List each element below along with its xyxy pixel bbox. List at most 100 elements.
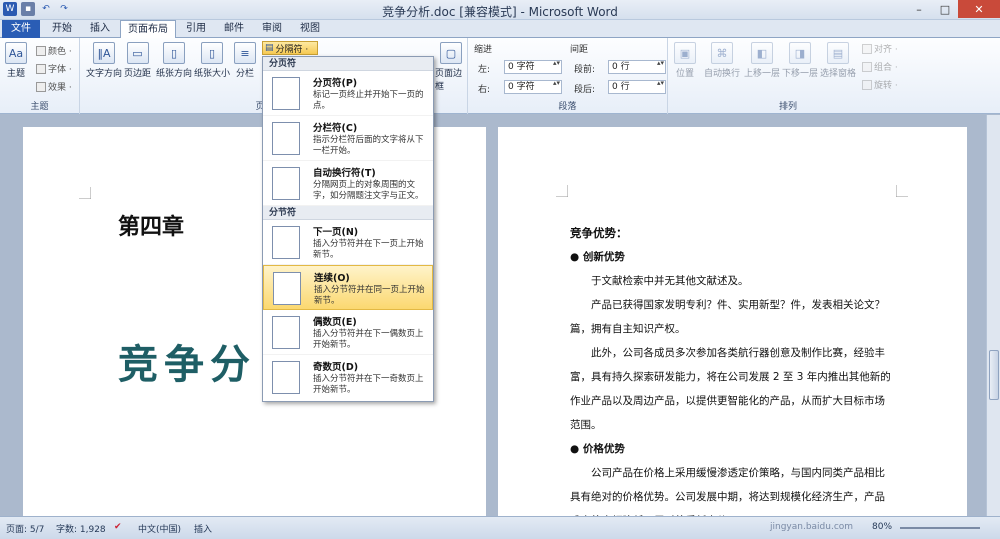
menu-item-next-page[interactable]: 下一页(N) 插入分节符并在下一页上开始新节。 [263,220,433,265]
tab-mailings[interactable]: 邮件 [216,20,252,38]
theme-button[interactable]: Aa 主题 [5,42,27,79]
spacing-before-input[interactable]: 0 行 [608,60,666,74]
tab-review[interactable]: 审阅 [254,20,290,38]
selection-pane-icon: ▤ [827,42,849,64]
page-border-icon: ▢ [440,42,462,64]
document-workspace[interactable]: 第四章 竞争分 竞争优势： ● 创新优势 于文献检索中并无其他文献述及。 产品已… [0,115,986,517]
odd-page-icon [272,361,300,394]
wrap-text-button[interactable]: ⌘ 自动换行 [704,42,740,79]
rotate-label: 旋转 · [874,81,898,91]
text-direction-button[interactable]: ‖A 文字方向 [86,42,122,79]
next-page-icon [272,226,300,259]
doc-paragraph: 于文献检索中并无其他文献述及。 [591,275,749,287]
group-icon [862,61,872,72]
menu-item-title: 分栏符(C) [313,123,358,134]
bullet-innovation-text: 创新优势 [582,251,625,263]
spacing-after-input[interactable]: 0 行 [608,80,666,94]
margins-button[interactable]: ▭ 页边距 [124,42,151,79]
wrap-text-label: 自动换行 [704,69,741,79]
margins-icon: ▭ [126,42,149,64]
menu-item-desc: 插入分节符并在下一偶数页上开始新节。 [313,329,424,350]
margins-label: 页边距 [124,69,152,79]
arrange-group: ▣ 位置 ⌘ 自动换行 ◧ 上移一层 ◨ 下移一层 ▤ 选择窗格 对齐 · 组合 · 旋转… [668,38,908,114]
columns-button[interactable]: ≡ 分栏 [234,42,256,79]
menu-item-title: 连续(O) [314,273,350,284]
doc-paragraph: 富，具有持久探索研发能力，将在公司发展 2 至 3 年内推出其他新的 [570,371,891,383]
watermark-text: jingyan.baidu.com [770,522,854,532]
indent-left-input[interactable]: 0 字符 [504,60,562,74]
spacing-label: 间距 [570,45,589,55]
page-border-button[interactable]: ▢ 页面边框 [435,42,467,92]
text-wrapping-break-icon [272,167,300,200]
indent-right-input[interactable]: 0 字符 [504,80,562,94]
group-button[interactable]: 组合 · [862,60,898,73]
menu-item-continuous[interactable]: 连续(O) 插入分节符并在同一页上开始新节。 [263,265,433,310]
selection-pane-button[interactable]: ▤ 选择窗格 [820,42,856,79]
tab-view[interactable]: 视图 [292,20,328,38]
close-button[interactable]: ✕ [958,0,1000,18]
size-button[interactable]: ▯ 纸张大小 [194,42,230,79]
insert-mode[interactable]: 插入 [194,522,212,535]
tab-insert[interactable]: 插入 [82,20,118,38]
menu-item-odd-page[interactable]: 奇数页(D) 插入分节符并在下一奇数页上开始新节。 [263,355,433,400]
doc-paragraph: 产品已获得国家发明专利？件、实用新型？件，发表相关论文？ [591,299,885,311]
big-title: 竞争分 [118,341,256,388]
breaks-icon: ▤ [265,43,274,53]
document-page-2[interactable]: 竞争优势： ● 创新优势 于文献检索中并无其他文献述及。 产品已获得国家发明专利… [498,127,967,517]
rotate-button[interactable]: 旋转 · [862,78,898,91]
scrollbar-thumb[interactable] [989,350,999,400]
menu-item-even-page[interactable]: 偶数页(E) 插入分节符并在下一偶数页上开始新节。 [263,310,433,355]
minimize-button[interactable]: – [906,0,932,18]
position-button[interactable]: ▣ 位置 [674,42,696,79]
doc-paragraph: 此外，公司各成员多次参加各类航行器创意及制作比赛，经验丰 [591,347,885,359]
theme-label: 主题 [6,69,25,79]
doc-paragraph: 公司产品在价格上采用缓慢渗透定价策略，与国内同类产品相比 [591,467,885,479]
bullet-price: ● 价格优势 [570,443,625,455]
crop-mark-icon [79,187,91,199]
colors-button[interactable]: 颜色 · [36,44,72,57]
proofing-icon[interactable]: ✔ [114,522,122,532]
orientation-button[interactable]: ▯ 纸张方向 [156,42,192,79]
effects-button[interactable]: 效果 · [36,80,72,93]
fonts-label: 字体 · [48,65,72,75]
align-button[interactable]: 对齐 · [862,42,898,55]
menu-item-column-break[interactable]: 分栏符(C) 指示分栏符后面的文字将从下一栏开始。 [263,116,433,161]
text-direction-icon: ‖A [93,42,115,64]
zoom-slider[interactable] [900,527,980,529]
orientation-label: 纸张方向 [156,69,193,79]
crop-mark-icon [896,185,908,197]
bring-forward-button[interactable]: ◧ 上移一层 [744,42,780,79]
fonts-button[interactable]: 字体 · [36,62,72,75]
position-icon: ▣ [674,42,696,64]
breaks-button[interactable]: ▤ 分隔符 · [262,41,318,55]
zoom-level[interactable]: 80% [872,522,892,532]
send-backward-icon: ◨ [789,42,811,64]
orientation-icon: ▯ [163,42,185,64]
paragraph-group: 缩进 左: 0 字符 右: 0 字符 间距 段前: 0 行 段后: 0 行 段落 [468,38,668,114]
tab-page-layout[interactable]: 页面布局 [120,20,176,39]
ribbon-tabs: 文件 开始 插入 页面布局 引用 邮件 审阅 视图 [0,20,1000,39]
bullet-price-text: 价格优势 [582,443,625,455]
maximize-button[interactable]: □ [932,0,958,18]
menu-item-title: 奇数页(D) [313,362,359,373]
selection-pane-label: 选择窗格 [820,69,857,79]
menu-item-text-wrapping-break[interactable]: 自动换行符(T) 分隔网页上的对象周围的文字，如分隔题注文字与正文。 [263,161,433,206]
spacing-after-label: 段后: [574,85,596,95]
send-backward-button[interactable]: ◨ 下移一层 [782,42,818,79]
tab-home[interactable]: 开始 [44,20,80,38]
tab-file[interactable]: 文件 [2,20,40,38]
page-border-label: 页面边框 [435,69,463,92]
ribbon: Aa 主题 颜色 · 字体 · 效果 · 主题 ‖A 文字方向 ▭ 页边距 ▯ 纸张方向… [0,38,1000,114]
arrange-group-label: 排列 [778,102,797,112]
tab-references[interactable]: 引用 [178,20,214,38]
language[interactable]: 中文(中国) [138,522,181,535]
window-title: 竞争分析.doc [兼容模式] - Microsoft Word [382,5,618,19]
word-count[interactable]: 字数: 1,928 [56,522,106,535]
vertical-scrollbar[interactable] [986,115,1000,516]
menu-section-page-breaks: 分页符 [263,57,433,71]
menu-item-desc: 插入分节符并在同一页上开始新节。 [314,285,425,306]
page-count[interactable]: 页面: 5/7 [6,522,44,535]
menu-item-page-break[interactable]: 分页符(P) 标记一页终止并开始下一页的点。 [263,71,433,116]
wrap-text-icon: ⌘ [711,42,733,64]
menu-item-title: 分页符(P) [313,78,358,89]
